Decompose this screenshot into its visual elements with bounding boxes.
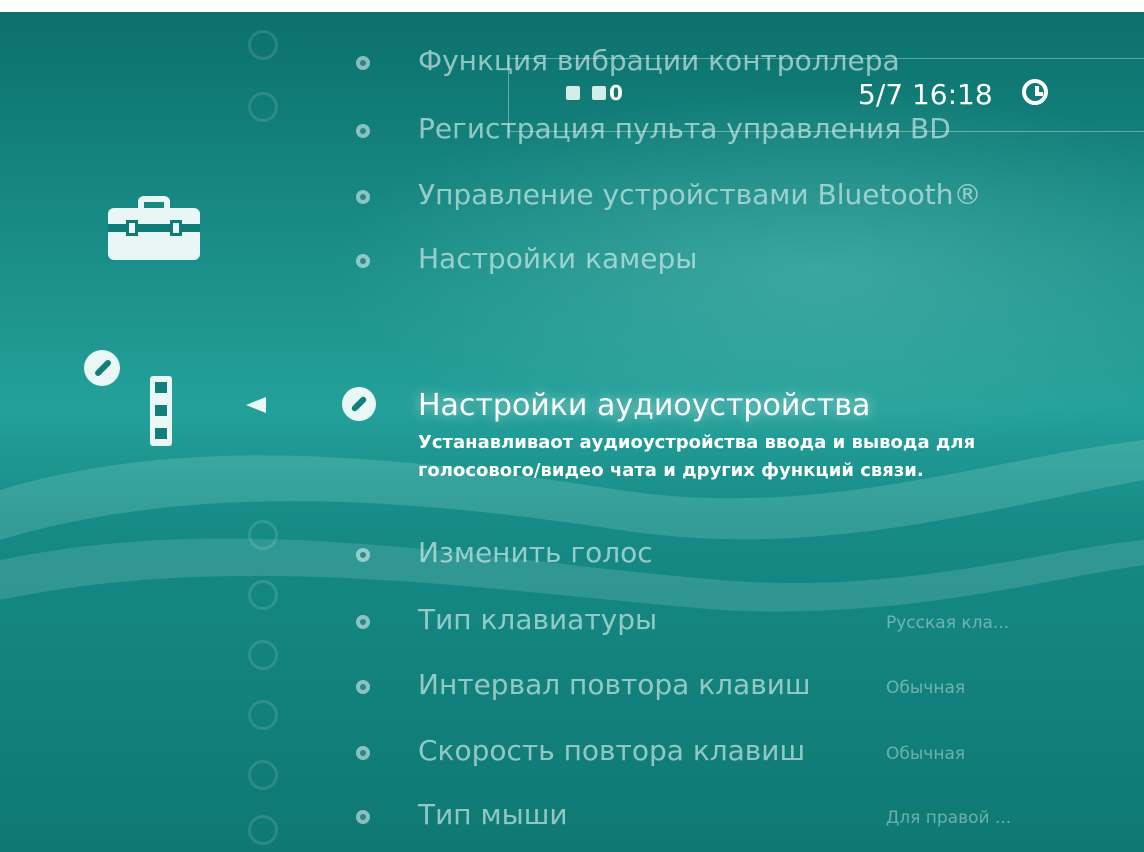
menu-item-value: Обычная [886, 678, 966, 698]
menu-item-label: Скорость повтора клавиш [418, 734, 806, 767]
sliders-icon [150, 376, 172, 446]
menu-item[interactable]: Управление устройствами Bluetooth® [0, 178, 1144, 228]
menu-item-label: Функция вибрации контроллера [418, 44, 900, 77]
menu-item-label: Тип клавиатуры [418, 603, 658, 636]
bullet-icon [356, 254, 370, 268]
top-border [0, 0, 1144, 12]
bullet-icon [356, 124, 370, 138]
menu-item[interactable]: Изменить голос [0, 536, 1144, 586]
audio-settings-icon[interactable] [342, 387, 376, 421]
menu-item-label: Управление устройствами Bluetooth® [418, 178, 982, 211]
menu-item-label: Настройки камеры [418, 242, 698, 275]
menu-item[interactable]: Функция вибрации контроллера [0, 44, 1144, 94]
bullet-icon [356, 190, 370, 204]
bullet-icon [356, 680, 370, 694]
menu-item-label: Интервал повтора клавиш [418, 668, 811, 701]
menu-item[interactable]: Регистрация пульта управления BD [0, 112, 1144, 162]
menu-item-value: Обычная [886, 744, 966, 764]
menu-item[interactable]: Настройки камеры [0, 242, 1144, 292]
bullet-icon [356, 810, 370, 824]
selected-item-description: Устанавливаот аудиоустройства ввода и вы… [418, 432, 976, 481]
menu-item[interactable]: Скорость повтора клавиш Обычная [0, 734, 1144, 784]
menu-item[interactable]: Тип клавиатуры Русская кла... [0, 603, 1144, 653]
menu-item-value: Для правой ... [886, 808, 1012, 828]
bullet-icon [356, 56, 370, 70]
menu-item-value: Русская кла... [886, 613, 1010, 633]
menu-item[interactable]: Интервал повтора клавиш Обычная [0, 668, 1144, 718]
menu-item-label: Регистрация пульта управления BD [418, 112, 951, 145]
menu-item-label: Тип мыши [418, 798, 568, 831]
bullet-icon [356, 548, 370, 562]
bullet-icon [356, 746, 370, 760]
bullet-icon [356, 615, 370, 629]
selected-item-title[interactable]: Настройки аудиоустройства [418, 388, 870, 423]
menu-item-label: Изменить голос [418, 536, 653, 569]
back-arrow-icon[interactable] [246, 397, 266, 413]
wrench-icon [84, 350, 120, 386]
menu-item[interactable]: Тип мыши Для правой ... [0, 798, 1144, 848]
settings-icon[interactable] [84, 350, 194, 446]
